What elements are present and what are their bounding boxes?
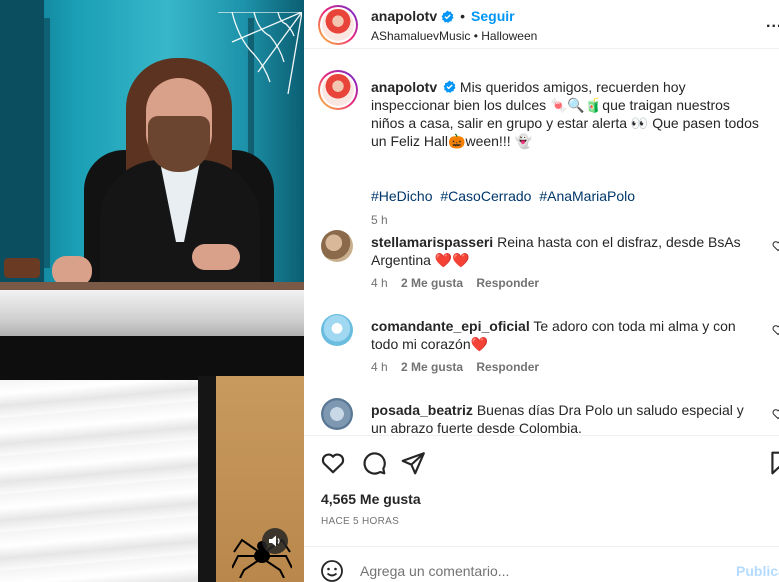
comment-time[interactable]: 4 h xyxy=(371,276,388,290)
verified-badge-icon xyxy=(443,80,456,93)
comment-meta: 4 h 2 Me gusta Responder xyxy=(371,360,539,374)
add-comment-bar: Publicar xyxy=(304,546,779,582)
author-username[interactable]: anapolotv xyxy=(371,8,437,24)
verified-badge-icon xyxy=(441,10,454,23)
bookmark-icon[interactable] xyxy=(767,450,779,476)
avatar[interactable] xyxy=(318,70,358,110)
comment-icon[interactable] xyxy=(361,450,387,476)
comment-like-icon[interactable] xyxy=(772,324,779,336)
comment-like-icon[interactable] xyxy=(772,408,779,420)
hashtag-link[interactable]: #CasoCerrado xyxy=(440,188,531,204)
like-count[interactable]: 4,565 Me gusta xyxy=(321,491,421,507)
location-link[interactable]: Halloween xyxy=(481,29,537,43)
comments-list[interactable]: anapolotv Mis queridos amigos, recuerden… xyxy=(304,50,779,436)
hashtag-link[interactable]: #HeDicho xyxy=(371,188,432,204)
post-header: anapolotv • Seguir AShamaluevMusic • Hal… xyxy=(304,0,779,49)
desk xyxy=(0,290,304,340)
costume-beard xyxy=(148,116,210,172)
publish-button[interactable]: Publicar xyxy=(736,563,779,579)
avatar[interactable] xyxy=(321,314,353,346)
reply-button[interactable]: Responder xyxy=(476,276,539,290)
hashtag-link[interactable]: #AnaMariaPolo xyxy=(539,188,635,204)
caption-hashtags: #HeDicho #CasoCerrado #AnaMariaPolo xyxy=(371,188,639,204)
comment-time[interactable]: 4 h xyxy=(371,360,388,374)
post-subtitle: AShamaluevMusic • Halloween xyxy=(371,29,537,43)
reply-button[interactable]: Responder xyxy=(476,360,539,374)
comment-username[interactable]: comandante_epi_oficial xyxy=(371,318,530,334)
comment-meta: 4 h 2 Me gusta Responder xyxy=(371,276,539,290)
post-media[interactable] xyxy=(0,0,304,582)
smiley-icon[interactable] xyxy=(320,559,344,582)
paper-plane-icon[interactable] xyxy=(400,450,426,476)
music-link[interactable]: AShamaluevMusic xyxy=(371,29,470,43)
comment-likes[interactable]: 2 Me gusta xyxy=(401,276,463,290)
more-options-button[interactable]: ... xyxy=(766,14,779,32)
post-age: HACE 5 HORAS xyxy=(321,516,400,527)
caption-username[interactable]: anapolotv xyxy=(371,79,437,95)
comment-username[interactable]: stellamarispasseri xyxy=(371,234,493,250)
avatar[interactable] xyxy=(318,5,358,45)
heart-icon[interactable] xyxy=(320,450,346,476)
separator-dot: • xyxy=(473,29,478,43)
comment-like-icon[interactable] xyxy=(772,240,779,252)
avatar[interactable] xyxy=(321,398,353,430)
spiderweb-icon xyxy=(218,12,302,95)
separator-dot: • xyxy=(460,8,466,24)
post-details-panel: anapolotv • Seguir AShamaluevMusic • Hal… xyxy=(304,0,779,582)
post-actions xyxy=(304,437,779,487)
caption-timestamp[interactable]: 5 h xyxy=(371,213,388,227)
comment-likes[interactable]: 2 Me gusta xyxy=(401,360,463,374)
gavel xyxy=(4,258,40,278)
speaker-icon xyxy=(269,535,280,547)
follow-button[interactable]: Seguir xyxy=(471,8,515,24)
avatar[interactable] xyxy=(321,230,353,262)
comment-input[interactable] xyxy=(360,560,720,582)
audio-toggle-button[interactable] xyxy=(262,528,288,554)
comment-username[interactable]: posada_beatriz xyxy=(371,402,473,418)
